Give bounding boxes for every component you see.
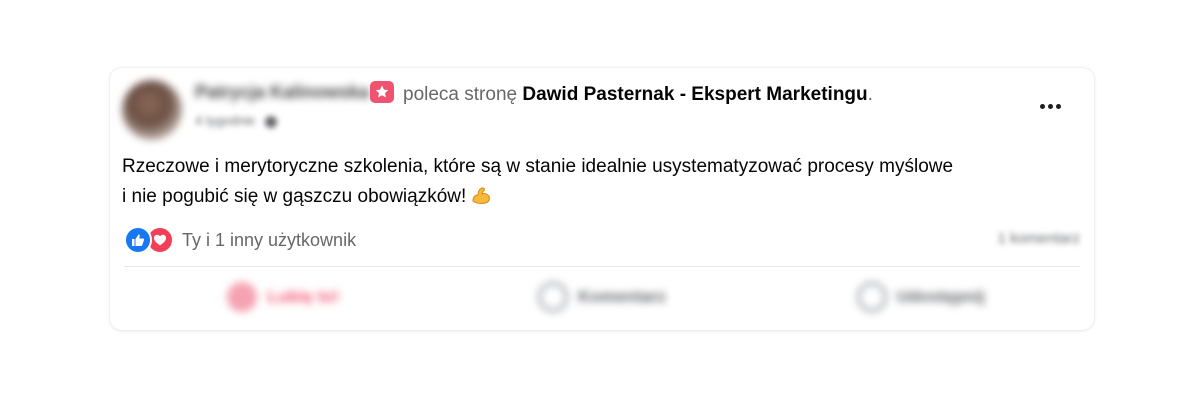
post-body: Rzeczowe i merytoryczne szkolenia, które… — [122, 152, 1082, 212]
more-dot — [1047, 103, 1053, 109]
reaction-count-text[interactable]: Ty i 1 inny użytkownik — [182, 230, 356, 251]
post-timestamp[interactable]: 4 tygodnie — [195, 113, 255, 128]
more-dot — [1055, 103, 1061, 109]
comment-button-label: Komentarz — [578, 287, 666, 306]
post-meta: 4 tygodnie — [195, 113, 277, 128]
like-button[interactable]: Lubię to! — [124, 273, 443, 321]
like-icon — [124, 226, 152, 254]
post-body-line-text: i nie pogubić się w gąszczu obowiązków! — [122, 186, 467, 207]
comments-count[interactable]: 1 komentarz — [997, 230, 1080, 247]
reactions-summary[interactable]: Ty i 1 inny użytkownik — [124, 226, 356, 254]
comment-icon — [538, 282, 569, 312]
recommend-verb: poleca stronę — [403, 84, 518, 105]
like-button-label: Lubię to! — [267, 287, 340, 306]
divider — [124, 266, 1080, 267]
post-card: Patrycja Kalinowska poleca stronę Dawid … — [110, 68, 1094, 330]
share-button-label: Udostępnij — [896, 287, 985, 306]
action-bar: Lubię to! Komentarz Udostępnij — [124, 273, 1080, 321]
more-dot — [1039, 103, 1045, 109]
recommendation-icon — [370, 81, 394, 103]
flexed-biceps-icon — [472, 187, 491, 204]
share-button[interactable]: Udostępnij — [761, 273, 1080, 321]
post-header: poleca stronę Dawid Pasternak - Ekspert … — [403, 84, 873, 106]
page-name-link[interactable]: Dawid Pasternak - Ekspert Marketingu — [522, 84, 867, 105]
comment-button[interactable]: Komentarz — [443, 273, 762, 321]
author-name[interactable]: Patrycja Kalinowska — [195, 82, 369, 103]
avatar[interactable] — [122, 80, 182, 140]
like-action-icon — [227, 282, 258, 312]
more-options-button[interactable] — [1022, 88, 1078, 124]
post-body-line: Rzeczowe i merytoryczne szkolenia, które… — [122, 156, 954, 177]
share-icon — [856, 282, 887, 312]
page-name-suffix: . — [867, 84, 873, 105]
post-body-line-2: i nie pogubić się w gąszczu obowiązków! — [122, 182, 1082, 212]
globe-icon — [264, 115, 277, 128]
